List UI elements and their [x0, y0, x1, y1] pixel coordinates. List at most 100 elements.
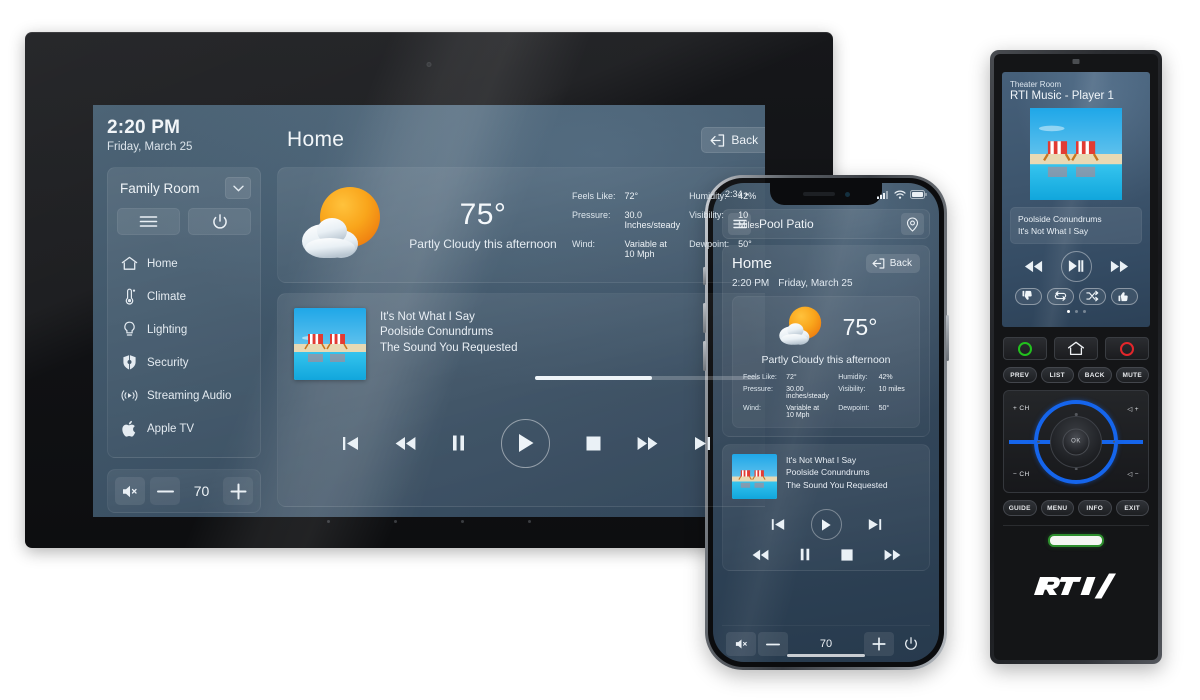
fast-forward-icon[interactable]: [884, 549, 901, 561]
skip-forward-icon[interactable]: [694, 435, 711, 452]
sidebar-item-lighting[interactable]: Lighting: [117, 313, 251, 346]
shuffle-icon[interactable]: [1078, 287, 1106, 305]
repeat-icon[interactable]: [1046, 287, 1074, 305]
product-lineup-scene: 2:20 PM Friday, March 25 Family Room Hom…: [0, 0, 1200, 700]
tablet-camera-icon: [426, 62, 432, 67]
fast-forward-icon[interactable]: [1110, 260, 1129, 273]
fast-forward-icon[interactable]: [637, 436, 658, 451]
thumbs-down-icon[interactable]: [1014, 287, 1042, 305]
back-button[interactable]: Back: [701, 127, 765, 153]
phone-card-header: Home Back: [732, 254, 920, 273]
room-panel: Family Room Home Climate Lighting Securi…: [107, 167, 261, 458]
phone-content: Pool Patio Home Back 2:20 PM Friday, Mar…: [713, 205, 939, 662]
media-artist: Poolside Conundrums: [380, 326, 494, 339]
weather-detail-value: 50°: [878, 405, 890, 412]
info-button[interactable]: INFO: [1078, 500, 1112, 516]
sidebar-item-climate[interactable]: Climate: [117, 280, 251, 313]
rewind-icon[interactable]: [752, 549, 769, 561]
volume-up-button[interactable]: [223, 477, 253, 505]
play-button[interactable]: [810, 509, 842, 540]
broadcast-icon: [121, 387, 138, 404]
volume-up-label[interactable]: ◁ +: [1127, 405, 1139, 413]
rti-logo: [994, 573, 1158, 601]
clock-time: 2:20 PM: [107, 117, 181, 138]
media-track-title: It's Not What I Say: [1018, 226, 1089, 237]
back-button-label: Back: [889, 258, 912, 269]
home-indicator[interactable]: [787, 653, 865, 657]
media-album: The Sound You Requested: [380, 341, 518, 354]
power-icon[interactable]: [896, 632, 926, 656]
weather-details-grid: Feels Like: 72° Humidity: 42% Pressure: …: [741, 374, 911, 419]
weather-detail-key: Wind:: [743, 405, 761, 412]
rewind-icon[interactable]: [395, 436, 416, 451]
pause-icon[interactable]: [800, 548, 810, 561]
sidebar-item-label: Home: [147, 257, 178, 270]
stop-icon[interactable]: [840, 548, 853, 561]
dpad-up-dot: [1074, 413, 1078, 416]
skip-forward-icon[interactable]: [868, 517, 882, 532]
home-button[interactable]: [1054, 337, 1098, 360]
power-off-button[interactable]: [1105, 337, 1149, 360]
sidebar-item-home[interactable]: Home: [117, 247, 251, 280]
page-title: Home: [287, 128, 345, 151]
power-on-button[interactable]: [1003, 337, 1047, 360]
thermometer-icon: [121, 288, 138, 305]
play-button[interactable]: [501, 418, 551, 468]
phone-weather-summary: 75°: [741, 303, 911, 351]
thumbs-up-icon[interactable]: [1110, 287, 1138, 305]
weather-detail-value: 10 miles: [878, 386, 905, 393]
guide-button[interactable]: GUIDE: [1003, 500, 1037, 516]
power-icon[interactable]: [188, 208, 251, 235]
volume-down-button[interactable]: [150, 477, 180, 505]
weather-detail-value: 72°: [624, 191, 639, 201]
clock-date: Friday, March 25: [107, 141, 193, 153]
house-icon: [1067, 341, 1085, 356]
sidebar-item-apple-tv[interactable]: Apple TV: [117, 412, 251, 445]
speaker-mute-icon[interactable]: [726, 632, 756, 656]
channel-up-label[interactable]: + CH: [1013, 405, 1030, 412]
phone-status-bar: 2:34 ▸: [713, 183, 939, 205]
back-button[interactable]: Back: [865, 254, 920, 273]
sidebar-item-label: Lighting: [147, 323, 188, 336]
hamburger-menu-icon[interactable]: [728, 213, 751, 235]
exit-button[interactable]: EXIT: [1115, 500, 1149, 516]
wifi-icon: [894, 190, 906, 199]
lightbulb-icon: [121, 321, 138, 338]
channel-down-label[interactable]: − CH: [1013, 471, 1030, 478]
media-info-row: It's Not What I Say Poolside Conundrums …: [294, 308, 760, 380]
menu-button[interactable]: MENU: [1040, 500, 1074, 516]
play-pause-button[interactable]: [1060, 250, 1092, 282]
skip-back-icon[interactable]: [342, 435, 359, 452]
house-icon: [121, 255, 138, 272]
mute-button[interactable]: MUTE: [1115, 367, 1149, 383]
sidebar-item-label: Apple TV: [147, 422, 195, 435]
weather-summary: 75° Partly Cloudy this afternoon: [408, 198, 558, 253]
red-ring-icon: [1120, 341, 1134, 356]
cellular-signal-icon: [877, 190, 890, 199]
partly-cloudy-icon: [775, 303, 833, 351]
ok-button[interactable]: OK: [1062, 428, 1090, 455]
volume-up-button[interactable]: [864, 632, 894, 656]
phone-power-button[interactable]: [946, 315, 949, 361]
page-dot: [1074, 309, 1078, 313]
sidebar-item-security[interactable]: Security: [117, 346, 251, 379]
speaker-mute-icon[interactable]: [115, 477, 145, 505]
chevron-down-icon[interactable]: [225, 177, 251, 199]
dpad-down-dot: [1074, 467, 1078, 470]
page-dot-active: [1066, 309, 1070, 313]
rewind-icon[interactable]: [1024, 260, 1043, 273]
pause-icon[interactable]: [452, 435, 465, 451]
sidebar-item-streaming-audio[interactable]: Streaming Audio: [117, 379, 251, 412]
skip-back-icon[interactable]: [771, 517, 785, 532]
phone-top-bar: Pool Patio: [722, 209, 930, 239]
prev-button[interactable]: PREV: [1003, 367, 1037, 383]
phone-datetime: 2:20 PM Friday, March 25: [732, 278, 920, 289]
volume-down-button[interactable]: [758, 632, 788, 656]
back-button[interactable]: BACK: [1078, 367, 1112, 383]
hamburger-menu-icon[interactable]: [117, 208, 180, 235]
stop-icon[interactable]: [586, 436, 601, 451]
volume-down-label[interactable]: ◁ −: [1127, 470, 1139, 478]
weather-detail-key: Dewpoint:: [838, 405, 870, 412]
location-pin-icon[interactable]: [901, 213, 924, 235]
list-button[interactable]: LIST: [1040, 367, 1074, 383]
